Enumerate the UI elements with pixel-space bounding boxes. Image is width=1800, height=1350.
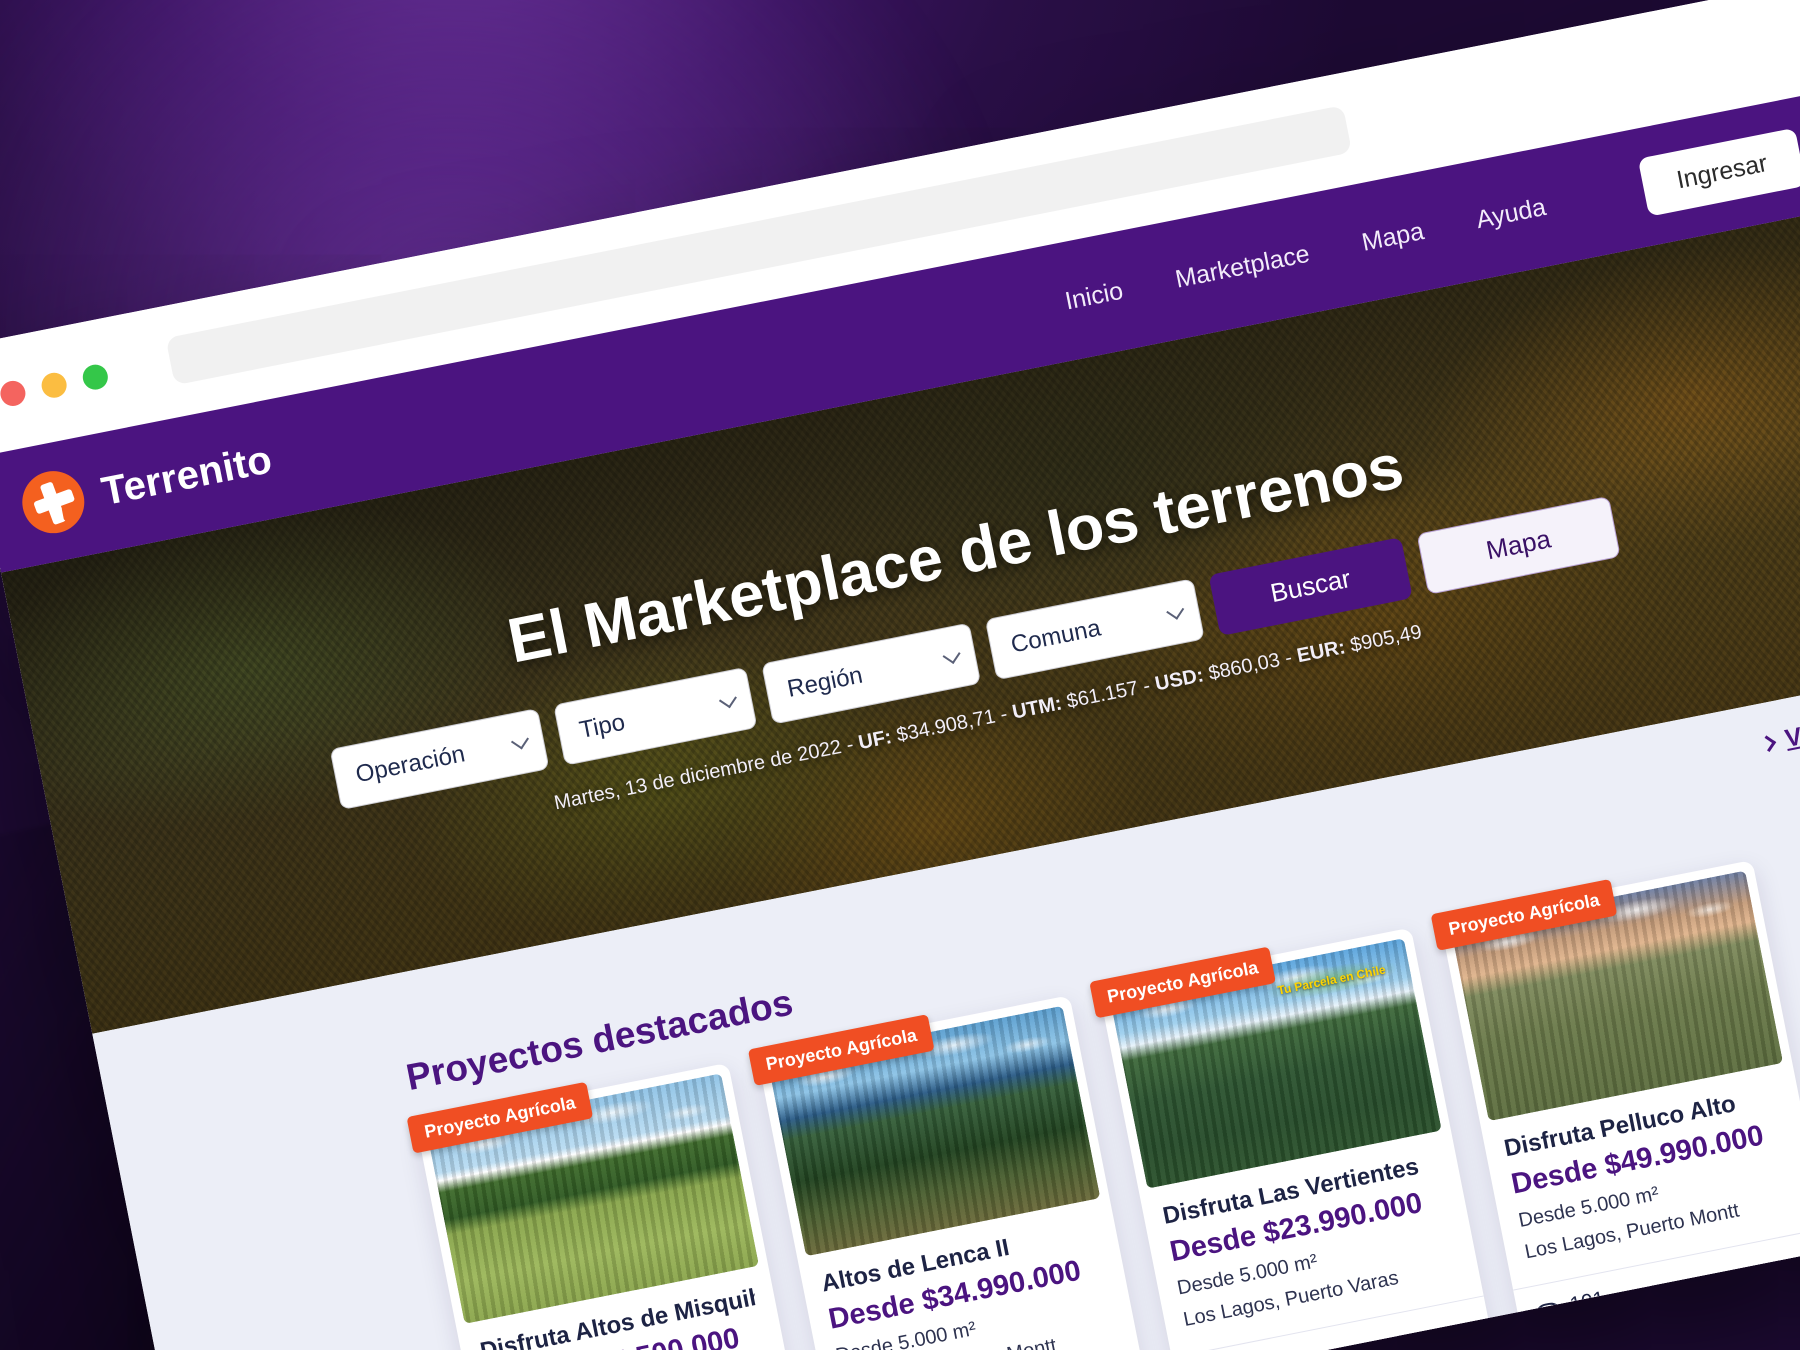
terrenito-t-icon bbox=[16, 465, 90, 539]
operacion-select[interactable]: Operación bbox=[329, 707, 550, 810]
chevron-down-icon bbox=[942, 645, 961, 664]
nav-item-mapa[interactable]: Mapa bbox=[1359, 217, 1426, 258]
utm-label: UTM: bbox=[1010, 691, 1064, 724]
buscar-button[interactable]: Buscar bbox=[1208, 536, 1413, 636]
close-icon[interactable] bbox=[0, 378, 28, 408]
chevron-down-icon bbox=[510, 730, 529, 749]
eur-value: $905,49 bbox=[1348, 620, 1424, 657]
uf-value: $34.908,71 bbox=[894, 705, 998, 747]
window-controls[interactable] bbox=[0, 361, 110, 408]
nav-item-marketplace[interactable]: Marketplace bbox=[1173, 239, 1312, 294]
comuna-label: Comuna bbox=[1008, 613, 1103, 659]
tipo-label: Tipo bbox=[577, 708, 628, 744]
region-label: Región bbox=[784, 661, 865, 703]
tipo-select[interactable]: Tipo bbox=[553, 666, 758, 766]
operacion-label: Operación bbox=[353, 739, 468, 788]
login-button[interactable]: Ingresar bbox=[1637, 127, 1800, 217]
maximize-icon[interactable] bbox=[80, 361, 110, 392]
mapa-button[interactable]: Mapa bbox=[1416, 495, 1621, 595]
chevron-right-icon bbox=[1759, 734, 1777, 752]
project-card[interactable]: Proyecto Agrícola Disfruta Altos de Misq… bbox=[406, 1062, 812, 1350]
nav-item-ayuda[interactable]: Ayuda bbox=[1474, 192, 1549, 234]
uf-label: UF: bbox=[856, 725, 894, 754]
project-card[interactable]: Proyecto Agrícola Altos de Lenca II Desd… bbox=[747, 995, 1153, 1350]
chevron-down-icon bbox=[718, 689, 737, 708]
brand-name: Terrenito bbox=[97, 436, 276, 514]
brand-logo[interactable]: Terrenito bbox=[16, 429, 277, 539]
usd-value: $860,03 bbox=[1206, 648, 1282, 685]
project-card[interactable]: Tu Parcela en Chile Proyecto Agrícola Di… bbox=[1089, 927, 1495, 1350]
region-select[interactable]: Región bbox=[761, 622, 982, 725]
nav-item-inicio[interactable]: Inicio bbox=[1063, 276, 1126, 316]
utm-value: $61.157 bbox=[1064, 676, 1140, 713]
minimize-icon[interactable] bbox=[39, 370, 69, 400]
comuna-select[interactable]: Comuna bbox=[984, 577, 1205, 680]
usd-label: USD: bbox=[1153, 663, 1206, 695]
eur-label: EUR: bbox=[1294, 635, 1348, 667]
chevron-down-icon bbox=[1166, 601, 1185, 620]
